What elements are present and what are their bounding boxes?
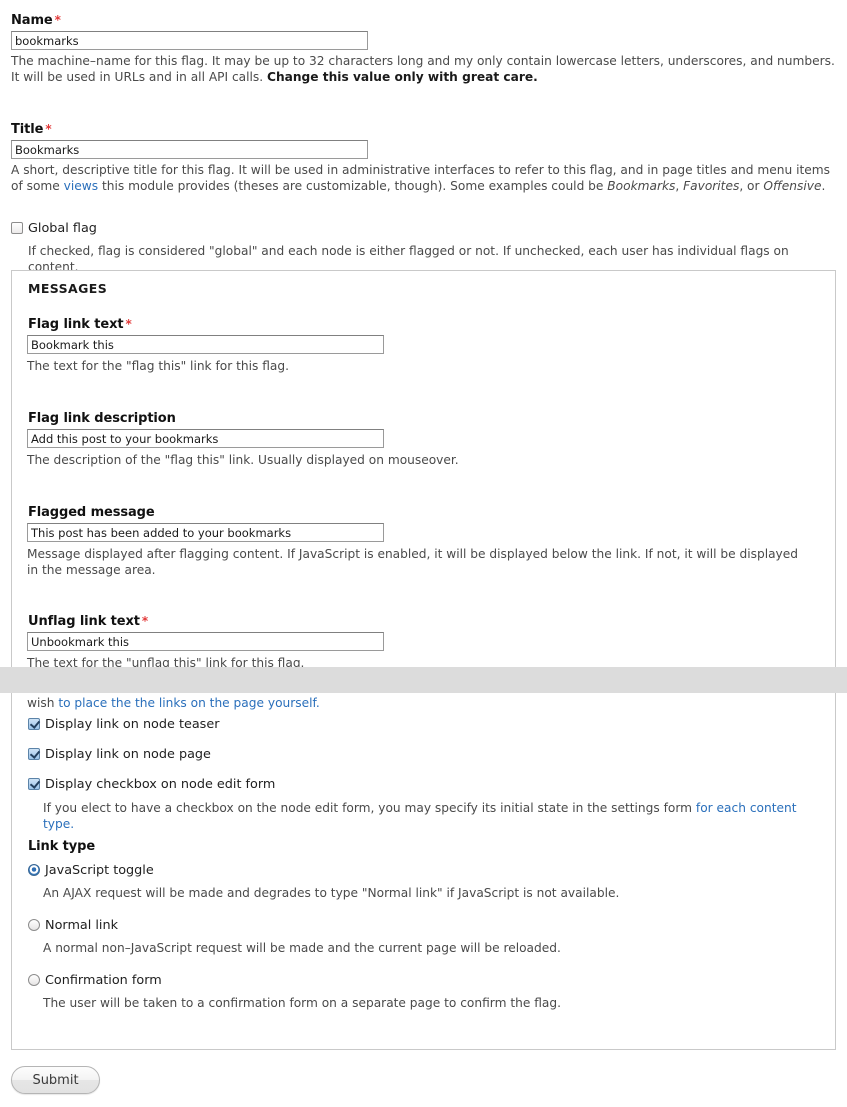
display-link-node-page-row[interactable]: Display link on node page [28,747,211,762]
views-link[interactable]: views [64,179,98,193]
display-checkbox-description: If you elect to have a checkbox on the n… [43,801,823,832]
place-links-prefix: wish [27,696,59,710]
normal-link-description: A normal non–JavaScript request will be … [43,941,561,955]
place-links-partial-text: wish to place the the links on the page … [27,696,817,712]
display-checkbox-node-edit-checkbox-icon[interactable] [28,778,40,790]
confirmation-form-description: The user will be taken to a confirmation… [43,996,561,1010]
title-input[interactable] [11,140,368,159]
display-checkbox-node-edit-row[interactable]: Display checkbox on node edit form [28,777,275,792]
scroll-occlusion-band [0,667,847,693]
normal-link-radio-icon[interactable] [28,919,40,931]
submit-button[interactable]: Submit [11,1066,100,1094]
title-example-3: Offensive [763,178,822,193]
flag-settings-form: Name* The machine–name for this flag. It… [0,0,847,1107]
display-link-node-teaser-checkbox-icon[interactable] [28,718,40,730]
title-required-marker: * [45,122,52,136]
flag-link-text-label: Flag link text [28,317,124,332]
messages-legend: MESSAGES [28,281,108,296]
title-description: A short, descriptive title for this flag… [11,163,837,194]
flagged-message-label-group: Flagged message [28,504,155,520]
flag-link-text-required-marker: * [125,317,132,331]
name-field-group: Name * [11,12,831,28]
unflag-link-text-required-marker: * [141,614,149,628]
display-checkbox-description-text: If you elect to have a checkbox on the n… [43,801,696,815]
global-flag-checkbox-icon[interactable] [11,222,23,234]
unflag-link-text-label: Unflag link text [28,614,140,629]
javascript-toggle-description: An AJAX request will be made and degrade… [43,886,620,900]
confirmation-form-radio-icon[interactable] [28,974,40,986]
normal-link-label: Normal link [45,918,119,933]
title-example-1: Bookmarks [607,178,676,193]
title-description-text-2: this module provides (theses are customi… [98,178,608,193]
global-flag-label: Global flag [28,221,97,236]
title-sep-1: , [675,178,684,193]
display-link-node-page-checkbox-icon[interactable] [28,748,40,760]
flag-link-description-label-group: Flag link description [28,410,176,426]
flagged-message-input[interactable] [27,523,384,542]
display-checkbox-node-edit-label: Display checkbox on node edit form [45,777,276,792]
link-type-label-group: Link type [28,838,95,854]
display-link-node-teaser-row[interactable]: Display link on node teaser [28,717,219,732]
title-sep-3: . [821,178,826,193]
flag-link-text-input[interactable] [27,335,384,354]
title-sep-2: , or [739,178,764,193]
place-links-link[interactable]: to place the the links on the page yours… [58,696,319,710]
name-description-bold: Change this value only with great care. [267,69,538,84]
flagged-message-label: Flagged message [28,505,155,520]
flag-link-text-label-group: Flag link text * [28,316,132,332]
title-field-group: Title * [11,121,831,137]
javascript-toggle-radio-icon[interactable] [28,864,40,876]
display-link-node-teaser-label: Display link on node teaser [45,717,220,732]
global-flag-row[interactable]: Global flag [11,221,97,236]
unflag-link-text-input[interactable] [27,632,384,651]
flag-link-description-label: Flag link description [28,411,176,426]
flag-link-description-input[interactable] [27,429,384,448]
link-type-option-confirmation-form[interactable]: Confirmation form [28,973,162,988]
name-required-marker: * [54,13,61,27]
display-link-node-page-label: Display link on node page [45,747,211,762]
link-type-label: Link type [28,839,96,854]
confirmation-form-label: Confirmation form [45,973,162,988]
unflag-link-text-label-group: Unflag link text * [28,613,148,629]
flag-link-description-description: The description of the "flag this" link.… [27,453,459,467]
link-type-option-javascript-toggle[interactable]: JavaScript toggle [28,863,154,878]
flagged-message-description: Message displayed after flagging content… [27,547,799,577]
javascript-toggle-label: JavaScript toggle [45,863,154,878]
flag-link-text-description: The text for the "flag this" link for th… [27,359,289,373]
name-label: Name [11,13,53,28]
link-type-option-normal-link[interactable]: Normal link [28,918,118,933]
title-example-2: Favorites [683,178,740,193]
name-description: The machine–name for this flag. It may b… [11,54,837,85]
name-input[interactable] [11,31,368,50]
title-label: Title [11,122,44,137]
